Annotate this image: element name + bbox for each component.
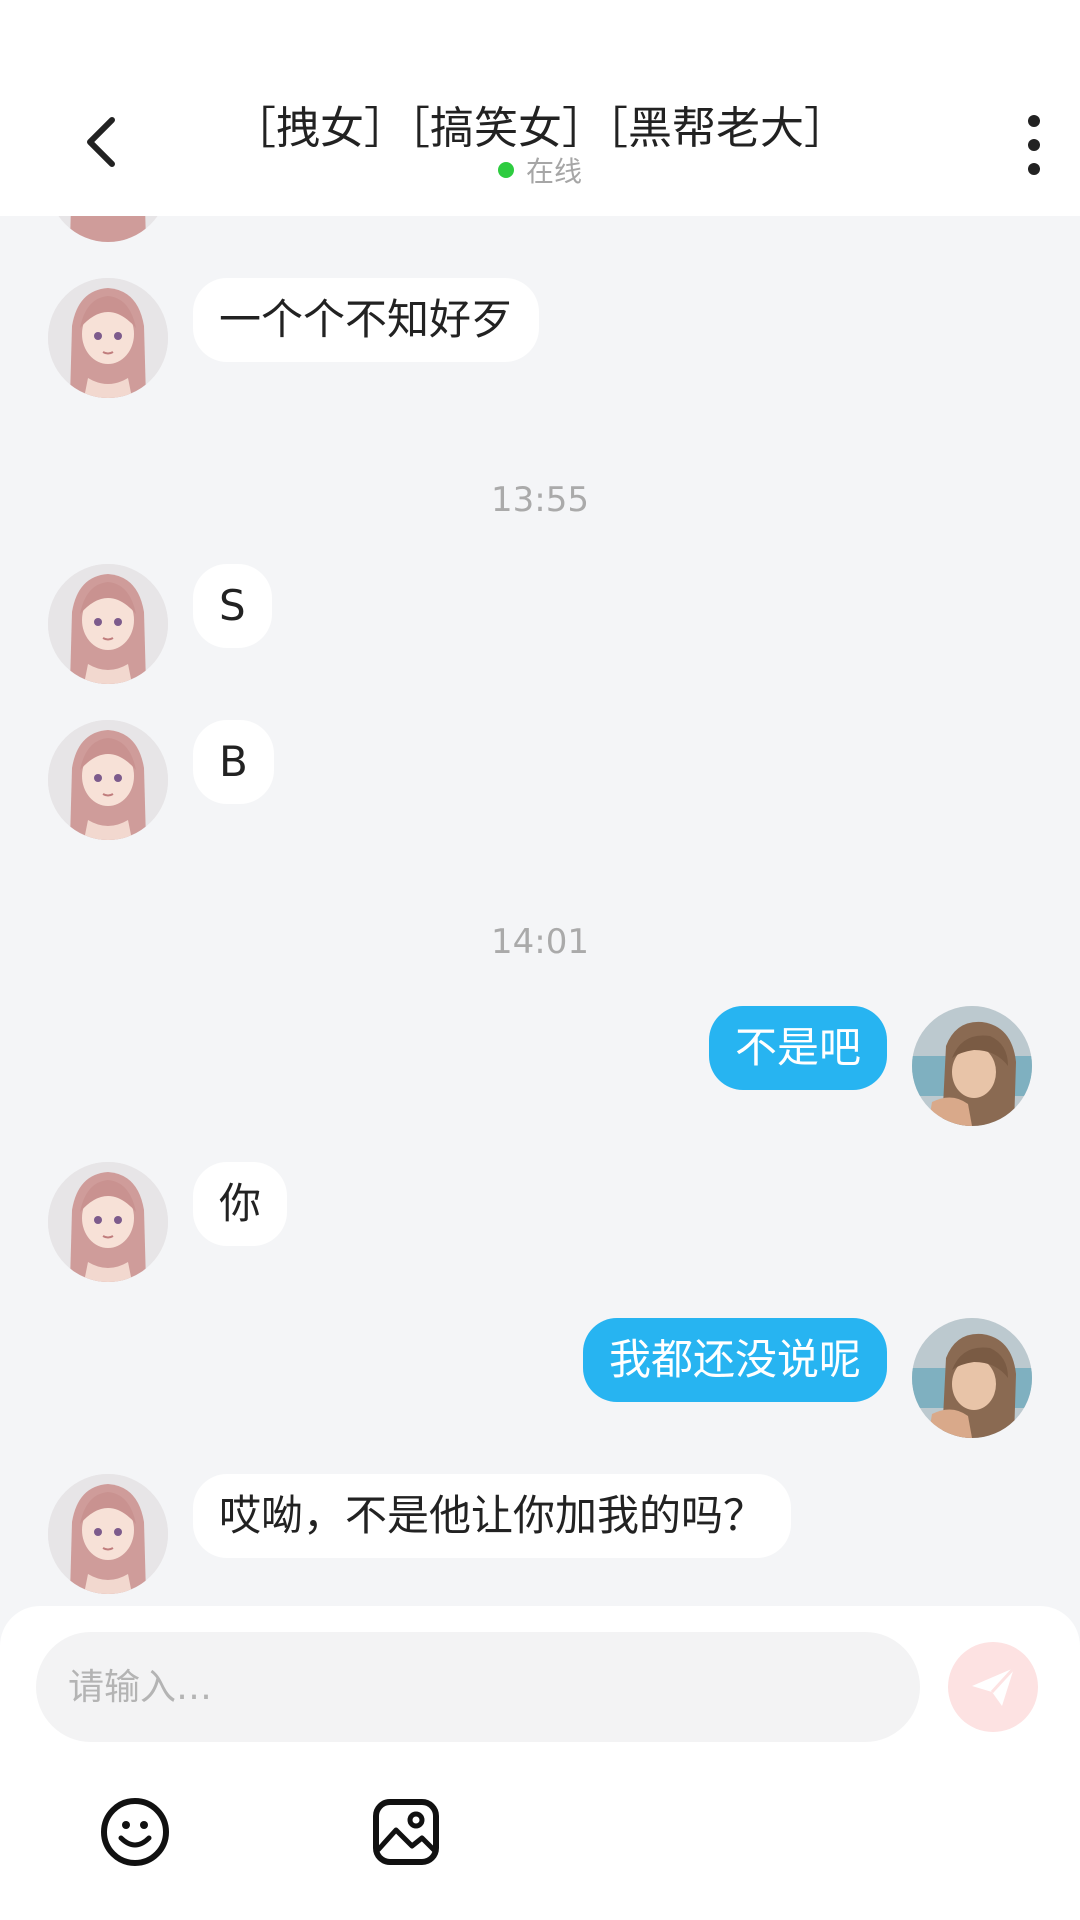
avatar-anime-girl[interactable] [48, 278, 168, 398]
message-bubble-incoming[interactable]: 你 [193, 1162, 288, 1246]
message-bubble-incoming[interactable]: 一个个不知好歹 [193, 278, 540, 362]
image-icon [373, 1799, 439, 1865]
chat-header: ［拽女］［搞笑女］［黑帮老大］ 在线 [0, 0, 1080, 216]
more-dot-icon [1028, 163, 1040, 175]
message-input[interactable] [36, 1632, 920, 1742]
online-dot-icon [497, 162, 514, 178]
message-bubble-outgoing[interactable]: 我都还没说呢 [582, 1318, 887, 1402]
avatar-self[interactable] [912, 1006, 1032, 1126]
more-options-button[interactable] [1014, 115, 1054, 175]
avatar-anime-girl[interactable] [48, 216, 168, 242]
avatar-anime-girl[interactable] [48, 1474, 168, 1594]
message-bubble-incoming[interactable]: 哎呦，不是他让你加我的吗？ [193, 1474, 792, 1558]
message-bubble-outgoing[interactable]: 不是吧 [708, 1006, 887, 1090]
message-bubble-incoming[interactable]: S [193, 564, 272, 648]
message-bubble-incoming[interactable]: B [193, 720, 274, 804]
avatar-anime-girl[interactable] [48, 564, 168, 684]
timestamp: 14:01 [491, 922, 589, 962]
status-text: 在线 [525, 155, 582, 188]
timestamp: 13:55 [491, 480, 589, 520]
composer-bar [0, 1606, 1080, 1920]
more-dot-icon [1028, 139, 1040, 151]
emoji-icon [101, 1798, 169, 1866]
emoji-button[interactable] [95, 1792, 175, 1872]
avatar-anime-girl[interactable] [48, 1162, 168, 1282]
chat-title: ［拽女］［搞笑女］［黑帮老大］ [232, 103, 848, 154]
online-status: 在线 [0, 150, 1080, 190]
avatar-anime-girl[interactable] [48, 720, 168, 840]
paper-plane-icon [972, 1666, 1016, 1706]
message-list[interactable]: 一个个不知好歹 13:55 S B 14:01 不是吧 你 我都还没说呢 哎呦，… [0, 216, 1080, 1606]
send-button[interactable] [948, 1642, 1038, 1732]
image-button[interactable] [366, 1792, 446, 1872]
more-dot-icon [1028, 115, 1040, 127]
avatar-self[interactable] [912, 1318, 1032, 1438]
